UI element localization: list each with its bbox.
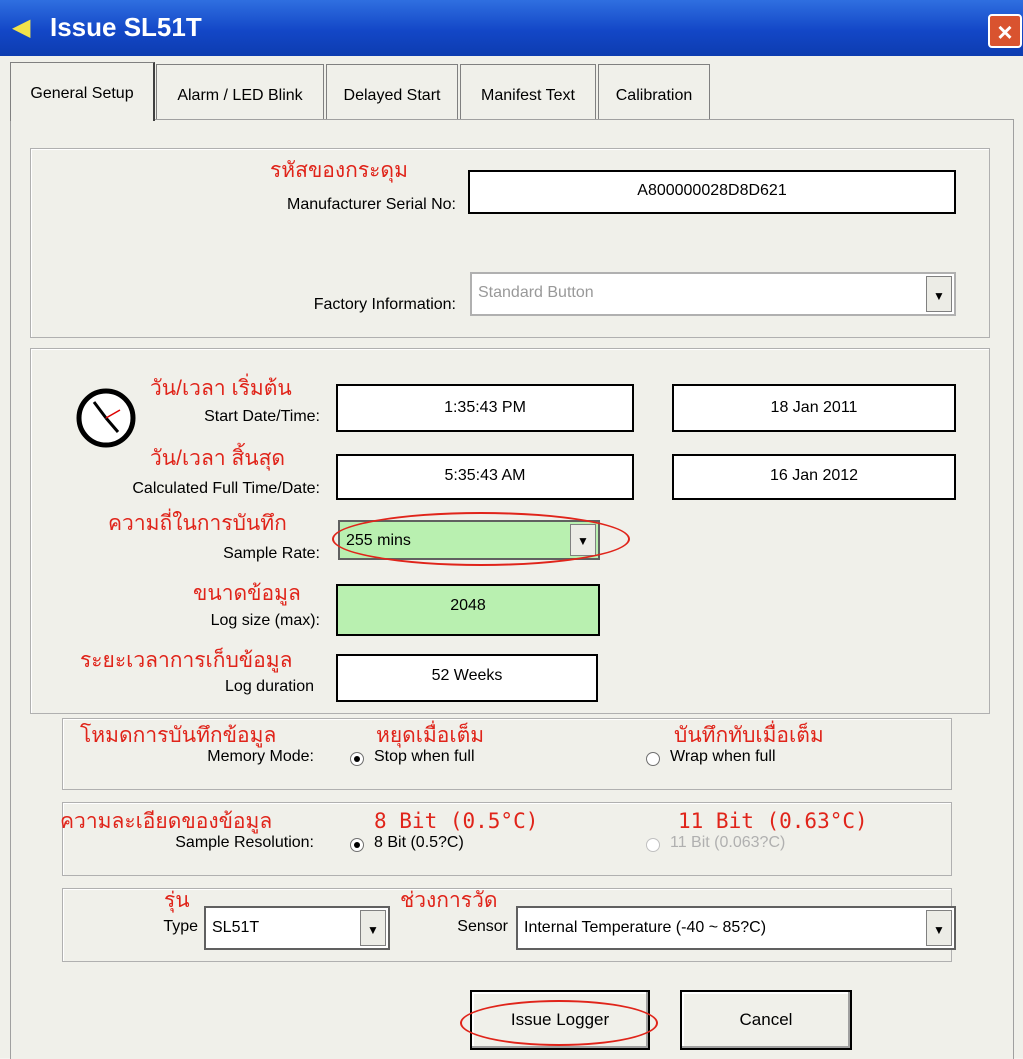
sensor-select[interactable]: Internal Temperature (-40 ~ 85?C) ▼ [516,906,956,950]
tab-calibration[interactable]: Calibration [598,64,710,119]
serial-field: A800000028D8D621 [468,170,956,214]
type-select[interactable]: SL51T ▼ [204,906,390,950]
chevron-down-icon[interactable]: ▼ [570,524,596,556]
sensor-label: Sensor [457,918,508,935]
type-label: Type [163,918,198,935]
end-label: Calculated Full Time/Date: [132,480,320,497]
11bit-radio [646,838,660,852]
window-title: Issue SL51T [50,12,202,42]
8bit-radio[interactable] [350,838,364,852]
tab-manifest-text[interactable]: Manifest Text [460,64,596,119]
end-time-field: 5:35:43 AM [336,454,634,500]
rate-label: Sample Rate: [223,545,320,562]
factory-label: Factory Information: [313,296,456,313]
close-button[interactable]: × [988,14,1022,48]
8bit-label[interactable]: 8 Bit (0.5?C) [374,834,464,852]
duration-field: 52 Weeks [336,654,598,702]
log-size-label: Log size (max): [210,612,320,629]
stop-thai-label: หยุดเมื่อเต็ม [376,724,485,747]
tab-delayed-start[interactable]: Delayed Start [326,64,458,119]
resolution-thai-label: ความละเอียดของข้อมูล [60,810,273,833]
memory-mode-label: Memory Mode: [207,748,314,765]
start-label: Start Date/Time: [204,408,320,425]
resolution-label: Sample Resolution: [175,834,314,851]
arrow-icon: ◀ [12,14,31,41]
type-thai-label: รุ่น [164,889,190,912]
serial-thai-label: รหัสของกระดุม [270,159,408,182]
sensor-thai-label: ช่วงการวัด [400,889,498,912]
11bit-label: 11 Bit (0.063?C) [670,834,786,851]
serial-label: Manufacturer Serial No: [287,196,456,213]
issue-logger-button[interactable]: Issue Logger [470,990,650,1050]
start-thai-label: วัน/เวลา เริ่มต้น [150,377,292,400]
end-date-field: 16 Jan 2012 [672,454,956,500]
cancel-button[interactable]: Cancel [680,990,852,1050]
tab-alarm-led-blink[interactable]: Alarm / LED Blink [156,64,324,119]
chevron-down-icon[interactable]: ▼ [360,910,386,946]
sample-rate-select[interactable]: 255 mins ▼ [338,520,600,560]
chevron-down-icon[interactable]: ▼ [926,910,952,946]
duration-thai-label: ระยะเวลาการเก็บข้อมูล [80,649,293,672]
sample-rate-value: 255 mins [346,532,411,549]
duration-label: Log duration [225,678,314,695]
log-size-field: 2048 [336,584,600,636]
log-thai-label: ขนาดข้อมูล [193,582,301,605]
factory-info-value: Standard Button [478,284,594,301]
wrap-when-full-label[interactable]: Wrap when full [670,748,776,766]
factory-info-select[interactable]: Standard Button ▼ [470,272,956,316]
title-bar: ◀ Issue SL51T × [0,0,1023,56]
end-thai-label: วัน/เวลา สิ้นสุด [150,447,286,470]
tab-general-setup[interactable]: General Setup [10,62,155,121]
wrap-thai-label: บันทึกทับเมื่อเต็ม [674,724,824,747]
stop-when-full-label[interactable]: Stop when full [374,748,475,766]
clock-icon [76,388,136,448]
wrap-when-full-radio[interactable] [646,752,660,766]
start-time-field: 1:35:43 PM [336,384,634,432]
stop-when-full-radio[interactable] [350,752,364,766]
chevron-down-icon[interactable]: ▼ [926,276,952,312]
start-date-field: 18 Jan 2011 [672,384,956,432]
rate-thai-label: ความถี่ในการบันทึก [108,512,287,535]
type-value: SL51T [212,919,260,936]
opt2-annotation: 11 Bit (0.63°C) [678,809,868,833]
opt1-annotation: 8 Bit (0.5°C) [374,809,539,833]
sensor-value: Internal Temperature (-40 ~ 85?C) [524,919,767,936]
memory-thai-label: โหมดการบันทึกข้อมูล [80,724,277,747]
